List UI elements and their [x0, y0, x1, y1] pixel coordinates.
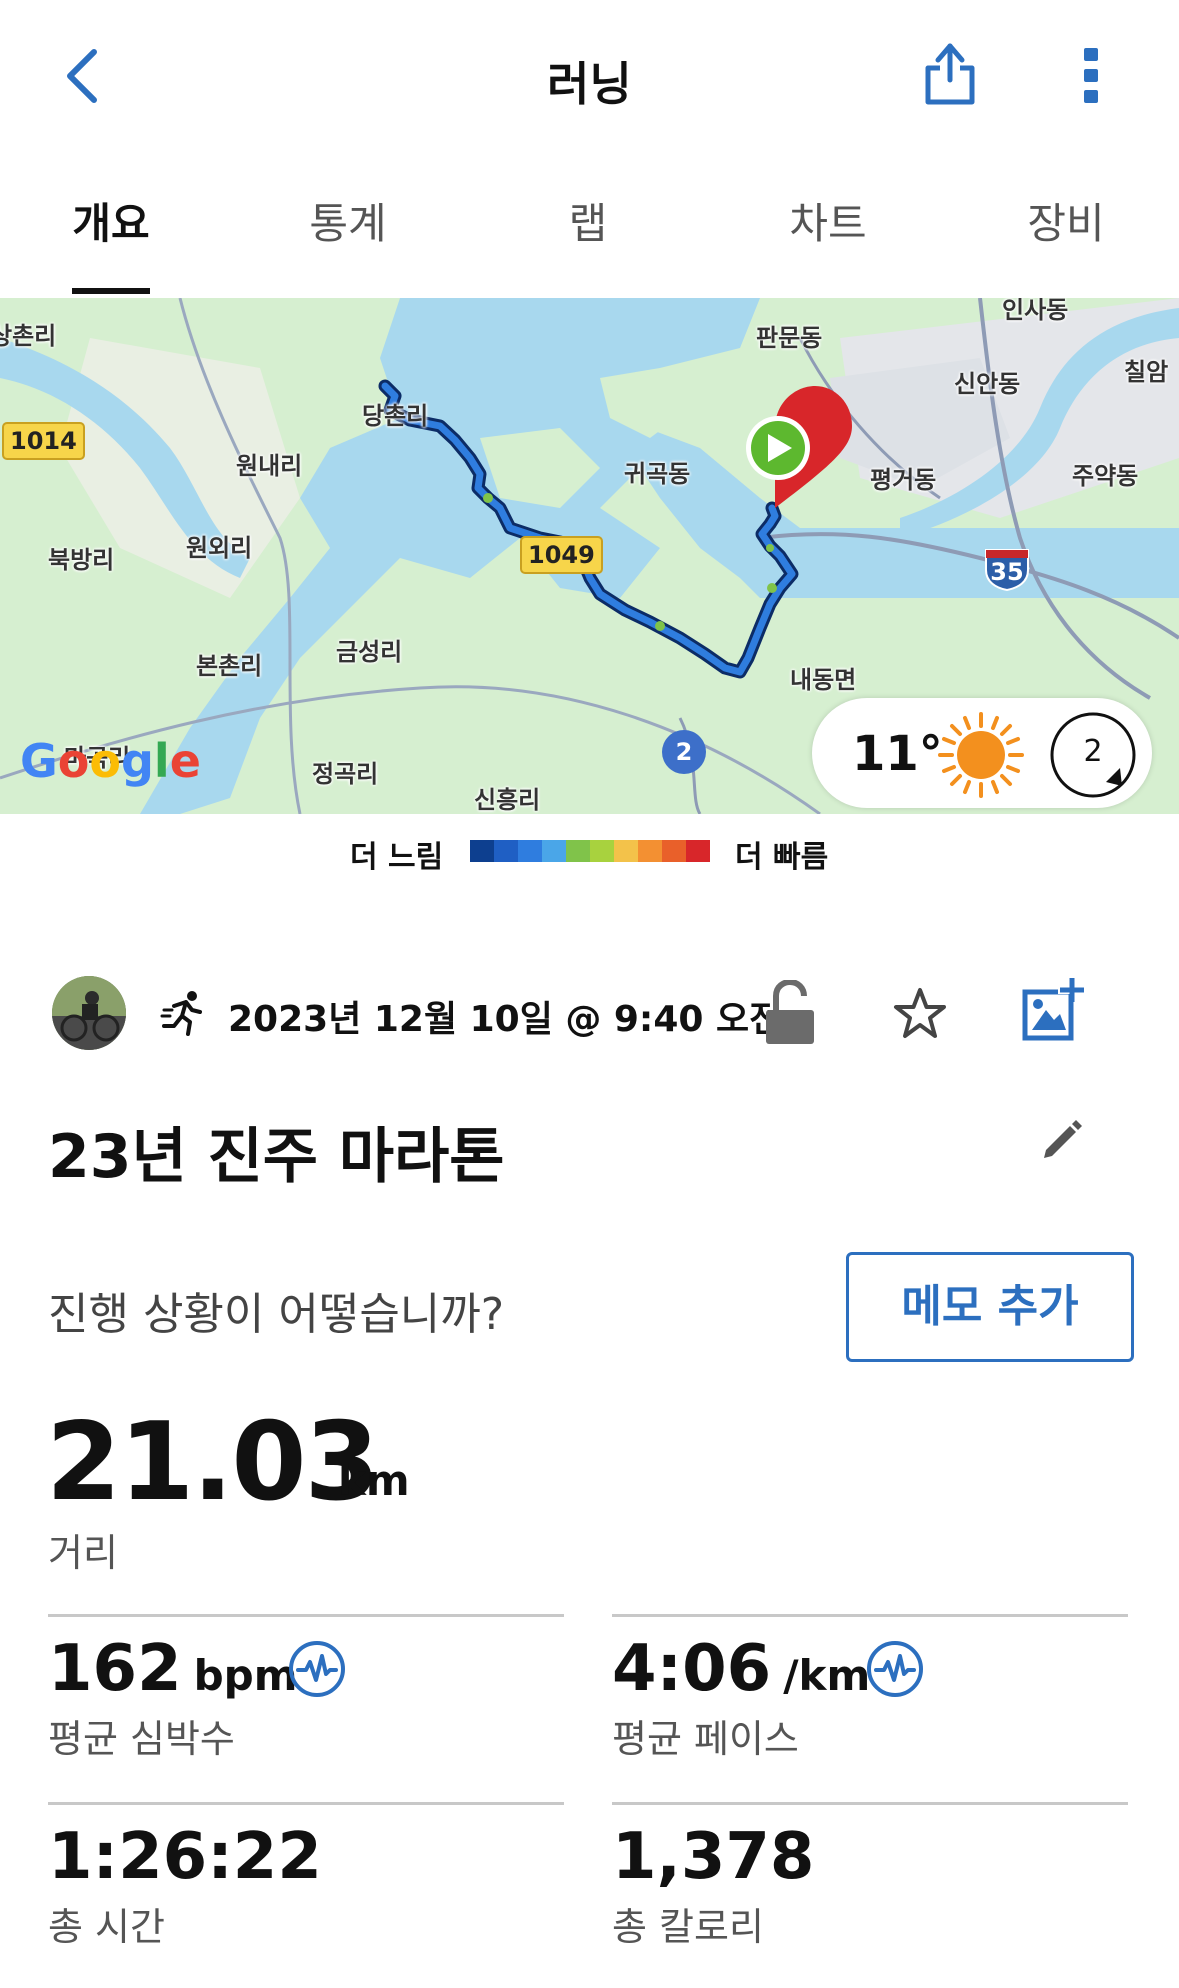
- pace-label: 평균 페이스: [612, 1717, 799, 1761]
- pace-value: 4:06: [612, 1632, 772, 1706]
- total-time-value: 1:26:22: [48, 1820, 322, 1894]
- tab-gear[interactable]: 장비: [966, 190, 1166, 251]
- legend-color-swatch: [518, 840, 542, 862]
- more-vertical-icon: [1084, 48, 1098, 103]
- legend-color-swatch: [470, 840, 494, 862]
- route-marker-2: 2: [662, 730, 706, 774]
- legend-color-swatch: [566, 840, 590, 862]
- heart-rate-unit: bpm: [193, 1651, 298, 1700]
- calories-value: 1,378: [612, 1820, 815, 1894]
- calories-label: 총 칼로리: [612, 1905, 764, 1949]
- map-place-label: 금성리: [336, 638, 403, 666]
- map-place-label: 원내리: [236, 452, 303, 480]
- map-place-label: 당촌리: [362, 402, 429, 430]
- heart-rate-value: 162: [48, 1632, 182, 1706]
- divider: [48, 1802, 564, 1805]
- share-icon: [925, 43, 975, 105]
- divider: [612, 1802, 1128, 1805]
- tab-charts[interactable]: 차트: [728, 190, 928, 251]
- tab-stats[interactable]: 통계: [248, 190, 448, 251]
- tab-overview[interactable]: 개요: [11, 190, 211, 251]
- map-place-label: 본촌리: [196, 652, 263, 680]
- add-memo-button[interactable]: 메모 추가: [846, 1252, 1134, 1362]
- divider: [612, 1614, 1128, 1617]
- map-place-label: 인사동: [1002, 298, 1069, 324]
- map-place-label: 주약동: [1072, 462, 1139, 490]
- tab-bar: 개요 통계 랩 차트 장비: [0, 180, 1179, 300]
- legend-color-swatch: [662, 840, 686, 862]
- pace-chart-button[interactable]: [866, 1640, 924, 1698]
- pulse-icon: [867, 1641, 923, 1697]
- add-photo-icon: [1022, 978, 1084, 1041]
- star-icon: [894, 988, 946, 1038]
- map-place-label: 상촌리: [0, 322, 57, 350]
- interstate-35-label: 35: [990, 558, 1024, 586]
- tab-laps[interactable]: 랩: [488, 190, 688, 251]
- weather-widget[interactable]: 11° 2: [812, 698, 1152, 808]
- pace-unit: /km: [783, 1651, 871, 1700]
- activity-title: 23년 진주 마라톤: [48, 1122, 505, 1192]
- legend-color-swatch: [494, 840, 518, 862]
- legend-color-swatch: [686, 840, 710, 862]
- map-place-label: 신안동: [954, 370, 1021, 398]
- google-logo: Google: [20, 734, 201, 788]
- avatar[interactable]: [52, 976, 126, 1050]
- route-shield-1014: 1014: [2, 422, 85, 460]
- map-place-label: 원외리: [186, 534, 253, 562]
- activity-datetime: 2023년 12월 10일 @ 9:40 오전: [228, 999, 783, 1040]
- pencil-icon: [1044, 1120, 1082, 1158]
- pace-stat: 4:06/km: [612, 1632, 870, 1706]
- map-place-label: 정곡리: [312, 760, 379, 788]
- heart-rate-chart-button[interactable]: [288, 1640, 346, 1698]
- heart-rate-stat: 162 bpm: [48, 1632, 298, 1706]
- add-photo-button[interactable]: [1022, 976, 1086, 1042]
- map-place-label: 내동면: [790, 666, 857, 694]
- legend-color-swatch: [542, 840, 566, 862]
- map-place-label: 신흥리: [474, 786, 541, 814]
- total-time-label: 총 시간: [48, 1905, 165, 1949]
- active-tab-indicator: [72, 288, 150, 294]
- privacy-lock-button[interactable]: [764, 978, 816, 1046]
- interstate-35-shield: 35: [982, 546, 1032, 592]
- legend-color-swatch: [638, 840, 662, 862]
- weather-temperature: 11°: [852, 726, 943, 782]
- legend-slow-label: 더 느림: [350, 840, 444, 875]
- edit-title-button[interactable]: [1040, 1118, 1084, 1162]
- legend-color-swatch: [614, 840, 638, 862]
- route-shield-1049: 1049: [520, 536, 603, 574]
- more-button[interactable]: [1082, 46, 1102, 106]
- progress-question: 진행 상황이 어떻습니까?: [48, 1289, 505, 1340]
- distance-value: 21.03: [46, 1400, 380, 1525]
- divider: [48, 1614, 564, 1617]
- legend-fast-label: 더 빠름: [735, 840, 829, 875]
- wind-speed: 2: [1083, 734, 1103, 769]
- map-place-label: 칠암: [1124, 358, 1169, 386]
- pace-legend: 더 느림 더 빠름: [0, 826, 1179, 876]
- distance-unit: km: [338, 1456, 410, 1505]
- lock-open-icon: [766, 978, 814, 1044]
- distance-label: 거리: [48, 1531, 118, 1575]
- heart-rate-label: 평균 심박수: [48, 1717, 235, 1761]
- sun-icon: [938, 712, 1024, 798]
- map-place-label: 북방리: [48, 546, 115, 574]
- page-title: 러닝: [547, 57, 632, 111]
- app-header: 러닝: [0, 0, 1179, 150]
- route-map[interactable]: 상촌리 당촌리 원내리 원외리 북방리 본촌리 금성리 정곡리 신흥리 마곡리 …: [0, 298, 1179, 814]
- favorite-button[interactable]: [892, 986, 948, 1042]
- share-button[interactable]: [922, 40, 978, 106]
- pulse-icon: [289, 1641, 345, 1697]
- map-place-label: 판문동: [756, 324, 823, 352]
- map-place-label: 귀곡동: [624, 460, 691, 488]
- legend-color-swatch: [590, 840, 614, 862]
- map-place-label: 평거동: [870, 466, 937, 494]
- legend-color-bar: [470, 840, 710, 862]
- running-icon: [160, 990, 206, 1036]
